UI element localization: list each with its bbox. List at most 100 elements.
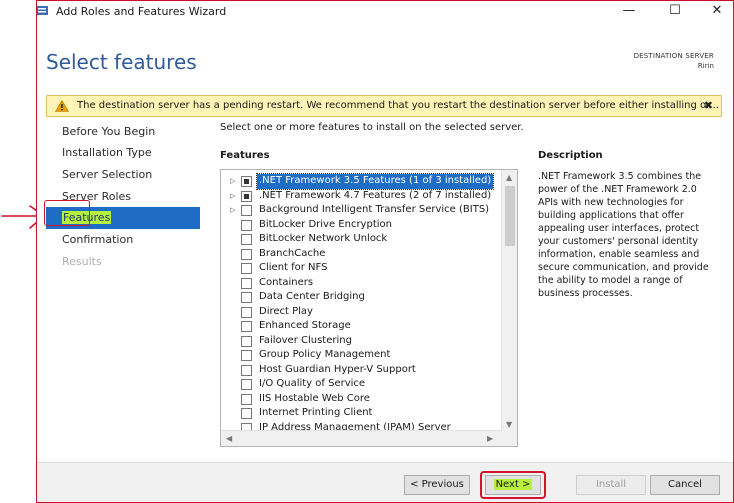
feature-checkbox[interactable] <box>241 277 252 289</box>
description-header: Description <box>538 150 603 161</box>
feature-row[interactable]: IIS Hostable Web Core <box>221 392 501 407</box>
feature-row[interactable]: Internet Printing Client <box>221 406 501 421</box>
feature-checkbox[interactable] <box>241 306 252 318</box>
feature-checkbox[interactable] <box>241 234 252 245</box>
feature-label: Containers <box>259 276 314 288</box>
expand-arrow-icon[interactable]: ▷ <box>230 203 235 218</box>
nav-item-confirmation[interactable]: Confirmation <box>46 229 200 251</box>
feature-label: Group Policy Management <box>259 349 391 360</box>
nav-item-before-you-begin[interactable]: Before You Begin <box>46 121 200 143</box>
feature-row[interactable]: I/O Quality of Service <box>221 377 501 392</box>
nav-item-label: Installation Type <box>62 146 152 159</box>
nav-item-label: Confirmation <box>62 233 134 246</box>
feature-row[interactable]: ▷ .NET Framework 3.5 Features (1 of 3 ins… <box>221 173 501 190</box>
server-manager-icon <box>36 6 48 15</box>
feature-checkbox[interactable] <box>241 408 252 419</box>
feature-row[interactable]: BranchCache <box>221 247 501 262</box>
features-horizontal-scrollbar[interactable]: ◀ ▶ <box>221 430 503 446</box>
nav-item-label: Before You Begin <box>62 125 156 138</box>
feature-row[interactable]: BitLocker Drive Encryption <box>221 218 501 233</box>
feature-label: BitLocker Drive Encryption <box>259 218 392 230</box>
warning-text: The destination server has a pending res… <box>77 100 719 111</box>
destination-server-name: Ririn <box>697 62 714 70</box>
feature-label: BitLocker Network Unlock <box>259 233 388 244</box>
feature-row[interactable]: Enhanced Storage <box>221 319 501 334</box>
window-title: Add Roles and Features Wizard <box>56 5 227 18</box>
warning-close-icon[interactable]: ✖ <box>704 99 713 112</box>
feature-checkbox[interactable] <box>241 393 252 405</box>
minimize-button[interactable]: — <box>614 2 644 22</box>
feature-row[interactable]: Containers <box>221 276 501 291</box>
nav-item-label: Results <box>62 255 102 268</box>
feature-label: Client for NFS <box>259 262 328 273</box>
next-button[interactable]: Next > <box>485 475 541 495</box>
page-title: Select features <box>46 50 197 74</box>
next-button-label: Next > <box>493 479 533 490</box>
feature-row[interactable]: Client for NFS <box>221 261 501 276</box>
nav-item-label: Server Selection <box>62 168 153 181</box>
feature-label: I/O Quality of Service <box>259 378 366 389</box>
feature-label: BranchCache <box>259 247 326 259</box>
feature-label: .NET Framework 3.5 Features (1 of 3 inst… <box>255 173 495 190</box>
features-vertical-scrollbar[interactable]: ▲ ▼ <box>501 170 517 432</box>
feature-checkbox[interactable] <box>241 176 252 187</box>
feature-row[interactable]: Data Center Bridging <box>221 290 501 305</box>
nav-item-label: Features <box>62 211 112 224</box>
nav-item-installation-type[interactable]: Installation Type <box>46 142 200 164</box>
feature-label: IIS Hostable Web Core <box>259 392 370 404</box>
feature-checkbox[interactable] <box>241 379 252 390</box>
pending-restart-warning: The destination server has a pending res… <box>46 95 722 117</box>
cancel-button[interactable]: Cancel <box>650 475 720 495</box>
description-text: .NET Framework 3.5 combines the power of… <box>538 171 709 299</box>
feature-label: Failover Clustering <box>259 334 352 346</box>
previous-button[interactable]: < Previous <box>404 475 470 495</box>
feature-row[interactable]: Failover Clustering <box>221 334 501 349</box>
wizard-window: Add Roles and Features Wizard — ☐ ✕ Sele… <box>36 0 734 503</box>
feature-label: Direct Play <box>259 305 313 317</box>
scroll-down-icon[interactable]: ▼ <box>506 420 512 429</box>
features-tree[interactable]: ▷ .NET Framework 3.5 Features (1 of 3 ins… <box>220 169 518 447</box>
scroll-right-icon[interactable]: ▶ <box>487 434 493 443</box>
nav-item-server-selection[interactable]: Server Selection <box>46 164 200 186</box>
feature-row[interactable]: Group Policy Management <box>221 348 501 363</box>
instruction-text: Select one or more features to install o… <box>220 122 524 133</box>
nav-item-label: Server Roles <box>62 190 132 203</box>
feature-checkbox[interactable] <box>241 321 252 332</box>
feature-checkbox[interactable] <box>241 335 252 347</box>
install-button: Install <box>576 475 646 495</box>
scroll-thumb[interactable] <box>505 186 515 246</box>
feature-label: Enhanced Storage <box>259 320 351 331</box>
expand-arrow-icon[interactable]: ▷ <box>230 174 235 189</box>
feature-row[interactable]: Direct Play <box>221 305 501 320</box>
feature-row[interactable]: Host Guardian Hyper-V Support <box>221 363 501 378</box>
nav-item-features[interactable]: Features <box>46 207 200 229</box>
scrollbar-corner <box>501 430 517 446</box>
nav-item-server-roles[interactable]: Server Roles <box>46 186 200 208</box>
feature-label: Background Intelligent Transfer Service … <box>259 204 490 215</box>
destination-server-label: DESTINATION SERVER <box>633 52 714 60</box>
feature-checkbox[interactable] <box>241 263 252 274</box>
feature-label: Host Guardian Hyper-V Support <box>259 363 416 375</box>
title-bar: Add Roles and Features Wizard — ☐ ✕ <box>36 0 734 24</box>
nav-item-results: Results <box>46 251 200 273</box>
maximize-button[interactable]: ☐ <box>660 2 690 22</box>
warning-icon <box>55 100 69 112</box>
expand-arrow-icon[interactable]: ▷ <box>230 189 235 204</box>
feature-label: Internet Printing Client <box>259 407 373 418</box>
close-button[interactable]: ✕ <box>702 2 732 22</box>
feature-checkbox[interactable] <box>241 364 252 376</box>
features-header: Features <box>220 150 270 161</box>
feature-checkbox[interactable] <box>241 248 252 260</box>
feature-row[interactable]: BitLocker Network Unlock <box>221 232 501 247</box>
scroll-left-icon[interactable]: ◀ <box>226 434 232 443</box>
feature-label: .NET Framework 4.7 Features (2 of 7 inst… <box>259 189 492 201</box>
feature-row[interactable]: ▷ Background Intelligent Transfer Service… <box>221 203 501 218</box>
feature-label: Data Center Bridging <box>259 291 365 302</box>
feature-checkbox[interactable] <box>241 205 252 216</box>
feature-checkbox[interactable] <box>241 190 252 202</box>
feature-checkbox[interactable] <box>241 219 252 231</box>
scroll-up-icon[interactable]: ▲ <box>506 173 512 182</box>
feature-checkbox[interactable] <box>241 350 252 361</box>
feature-checkbox[interactable] <box>241 292 252 303</box>
feature-row[interactable]: ▷ .NET Framework 4.7 Features (2 of 7 ins… <box>221 189 501 204</box>
